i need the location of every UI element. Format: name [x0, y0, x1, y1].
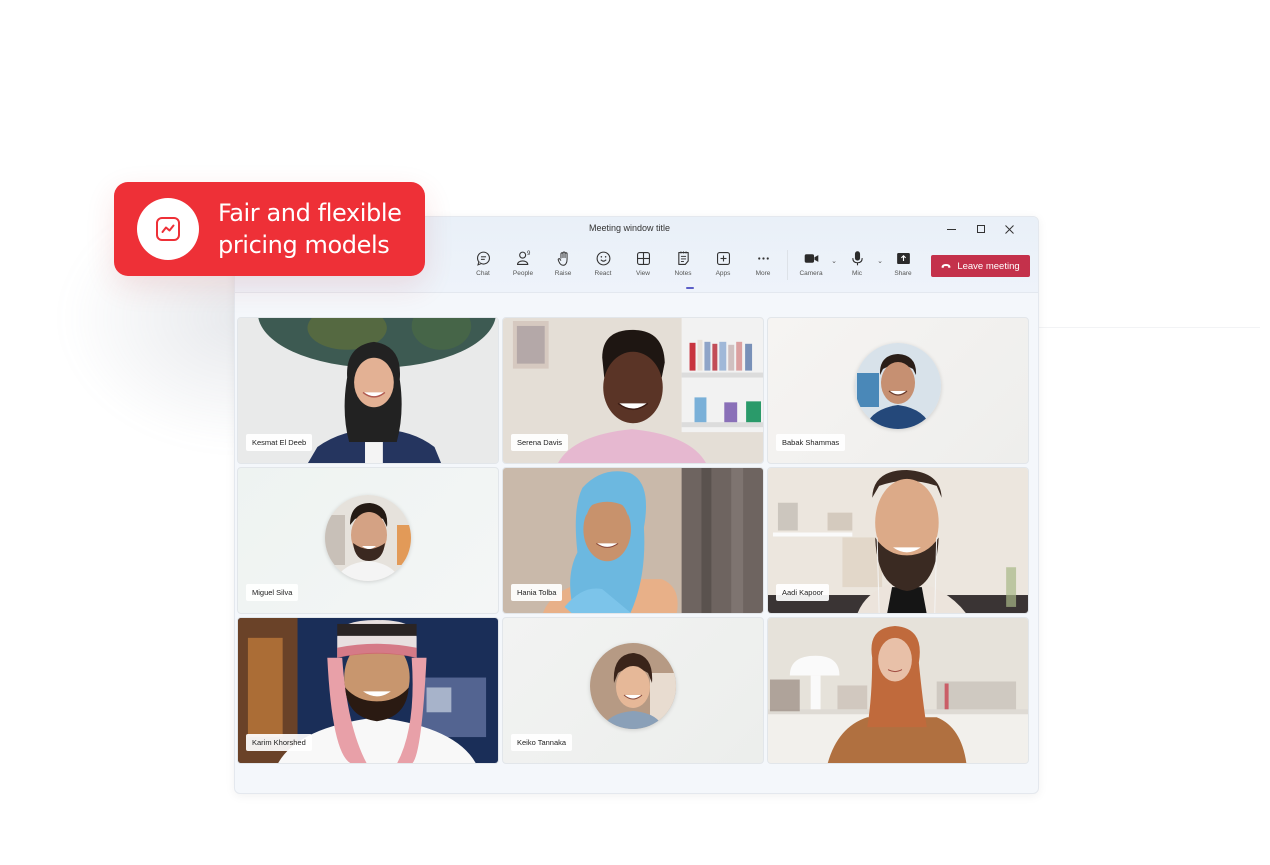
- camera-icon: [804, 254, 818, 263]
- leave-meeting-label: Leave meeting: [957, 260, 1020, 272]
- leave-meeting-button[interactable]: Leave meeting: [931, 255, 1030, 277]
- raise-label: Raise: [554, 270, 572, 277]
- participant-tile[interactable]: Keiko Tannaka: [502, 617, 764, 764]
- participant-name: Serena Davis: [511, 434, 569, 451]
- meeting-toolbar: Chat 9 People Raise React View Notes App…: [463, 250, 920, 280]
- callout-text: Fair and flexible pricing models: [218, 197, 402, 261]
- notes-icon: [677, 251, 689, 266]
- maximize-icon: [976, 225, 985, 233]
- callout-line-2: pricing models: [218, 231, 390, 259]
- callout-line-1: Fair and flexible: [218, 199, 402, 227]
- participant-tile[interactable]: [767, 617, 1029, 764]
- meeting-window: Meeting window title Chat 9 People Raise…: [234, 216, 1039, 794]
- trend-chart-icon: [156, 217, 180, 241]
- chat-button[interactable]: Chat: [463, 250, 503, 277]
- minimize-button[interactable]: [937, 219, 966, 239]
- participant-grid: Kesmat El Deeb Serena Davis Babak Shamma…: [237, 317, 1029, 764]
- apps-plus-icon: [716, 251, 730, 266]
- chat-icon: [476, 251, 490, 266]
- participant-tile[interactable]: Aadi Kapoor: [767, 467, 1029, 614]
- mic-options-chevron-down-icon[interactable]: ⌄: [874, 257, 886, 265]
- participant-name: Babak Shammas: [776, 434, 846, 451]
- chat-label: Chat: [476, 270, 490, 277]
- participant-name: Keiko Tannaka: [511, 734, 573, 751]
- participant-name: Miguel Silva: [246, 584, 299, 601]
- camera-label: Camera: [799, 270, 823, 277]
- participant-tile[interactable]: Karim Khorshed: [237, 617, 499, 764]
- apps-label: Apps: [715, 270, 731, 277]
- react-label: React: [594, 270, 612, 277]
- participant-avatar: [325, 494, 411, 581]
- participant-tile[interactable]: Serena Davis: [502, 317, 764, 464]
- close-button[interactable]: [995, 219, 1024, 239]
- share-icon: [896, 252, 910, 265]
- window-title: Meeting window title: [589, 223, 671, 233]
- people-button[interactable]: 9 People: [503, 250, 543, 277]
- toolbar-separator: [787, 250, 788, 280]
- more-dots-icon: [757, 257, 769, 260]
- share-button[interactable]: Share: [886, 250, 920, 277]
- participant-tile[interactable]: Kesmat El Deeb: [237, 317, 499, 464]
- participant-name: Aadi Kapoor: [776, 584, 830, 601]
- view-button[interactable]: View: [623, 250, 663, 277]
- share-label: Share: [894, 270, 912, 277]
- window-controls: [937, 219, 1024, 239]
- participant-tile[interactable]: Hania Tolba: [502, 467, 764, 614]
- more-label: More: [755, 270, 771, 277]
- camera-button[interactable]: Camera: [794, 250, 828, 277]
- notes-label: Notes: [674, 270, 692, 277]
- participant-avatar: [590, 642, 676, 729]
- participant-name: Hania Tolba: [511, 584, 563, 601]
- raise-hand-icon: [557, 251, 568, 266]
- mic-button[interactable]: Mic: [840, 250, 874, 277]
- callout-icon-circle: [137, 198, 199, 260]
- react-button[interactable]: React: [583, 250, 623, 277]
- participant-video: [768, 618, 1028, 763]
- raise-hand-button[interactable]: Raise: [543, 250, 583, 277]
- grid-view-icon: [636, 251, 650, 266]
- mic-label: Mic: [851, 270, 863, 277]
- apps-button[interactable]: Apps: [703, 250, 743, 277]
- participant-name: Kesmat El Deeb: [246, 434, 313, 451]
- minimize-icon: [947, 228, 956, 230]
- maximize-button[interactable]: [966, 219, 995, 239]
- feature-callout: Fair and flexible pricing models: [114, 182, 425, 276]
- divider: [1030, 327, 1260, 328]
- notes-button[interactable]: Notes: [663, 250, 703, 277]
- close-icon: [1005, 224, 1014, 234]
- participant-name: Karim Khorshed: [246, 734, 312, 751]
- view-label: View: [636, 270, 650, 277]
- participant-tile[interactable]: Miguel Silva: [237, 467, 499, 614]
- more-button[interactable]: More: [743, 250, 783, 277]
- active-tab-indicator: [686, 287, 694, 289]
- participant-tile[interactable]: Babak Shammas: [767, 317, 1029, 464]
- hang-up-icon: [941, 264, 951, 268]
- people-label: People: [512, 270, 534, 277]
- mic-icon: [851, 251, 863, 266]
- camera-options-chevron-down-icon[interactable]: ⌄: [828, 257, 840, 265]
- participant-avatar: [855, 342, 941, 429]
- people-count-badge: 9: [527, 251, 531, 257]
- smiley-icon: [596, 251, 610, 266]
